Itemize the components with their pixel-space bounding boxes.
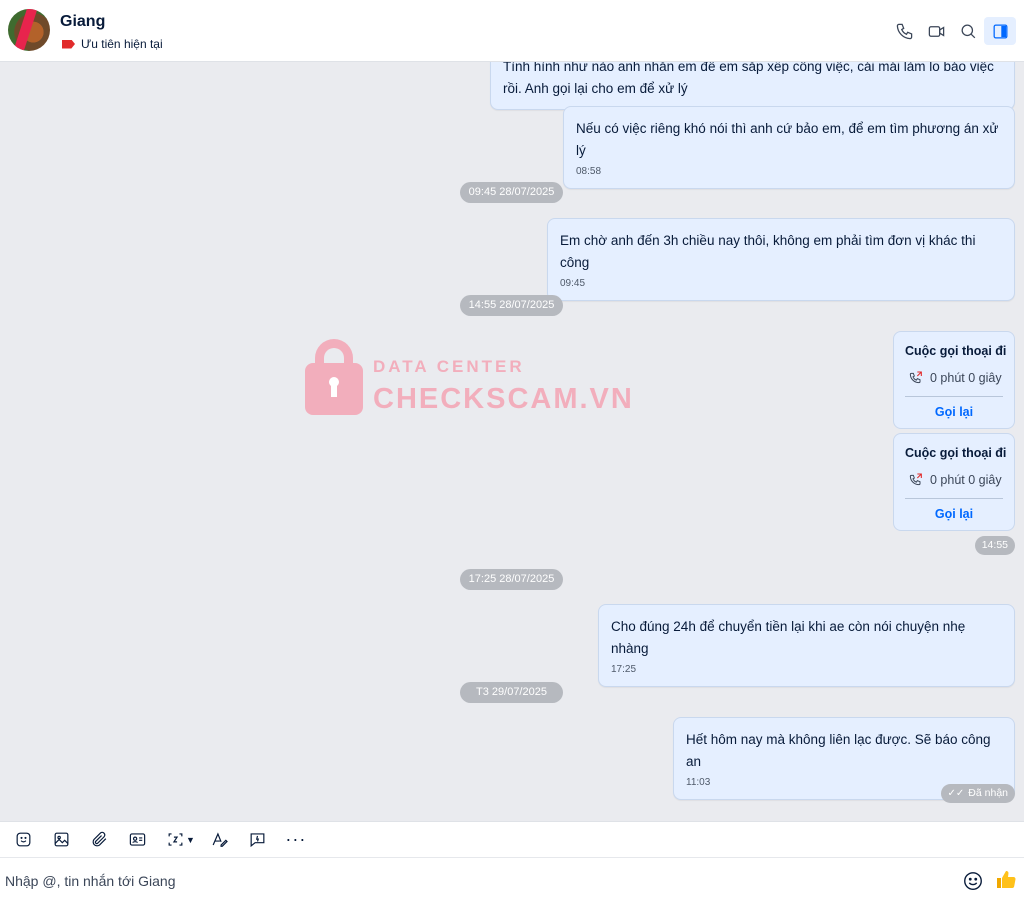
watermark: DATA CENTER CHECKSCAM.VN [305,339,645,419]
screenshot-icon [168,833,182,846]
emoji-icon[interactable] [962,870,984,892]
message-list[interactable]: Tình hình như nào anh nhắn em để em sắp … [0,62,1024,820]
message-time: 08:58 [576,166,602,177]
thumbs-up-icon[interactable] [994,868,1018,892]
watermark-line1: DATA CENTER [373,357,525,376]
message-text: Em chờ anh đến 3h chiều nay thôi, không … [560,233,976,270]
text-format-icon [213,832,229,847]
contact-name[interactable]: Giang [60,13,105,31]
outgoing-call-card[interactable]: Cuộc gọi thoại đi 0 phút 0 giây Gọi lại [893,331,1015,429]
toggle-sidebar-icon [993,24,1007,38]
message-text: Nếu có việc riêng khó nói thì anh cứ bảo… [576,121,999,158]
search-button[interactable] [952,17,984,45]
composer-toolbar: ▼ ··· [0,821,1024,858]
text-format-button[interactable] [201,825,239,855]
sticker-icon [16,832,30,847]
date-separator: 09:45 28/07/2025 [460,182,563,203]
image-button[interactable] [42,825,80,855]
quick-message-icon [250,833,265,848]
date-separator: T3 29/07/2025 [460,682,563,703]
message-input[interactable] [5,870,905,892]
divider [905,396,1003,397]
phone-icon [896,23,912,39]
header-actions [888,17,1016,45]
tag-icon [62,39,75,49]
message-text: Hết hôm nay mà không liên lạc được. Sẽ b… [686,732,991,769]
call-title: Cuộc gọi thoại đi [905,344,1007,358]
date-separator: 14:55 28/07/2025 [460,295,563,316]
chat-header: Giang Ưu tiên hiện tại [0,0,1024,62]
contact-card-icon [129,833,145,846]
attachment-button[interactable] [80,825,118,855]
message-bubble[interactable]: Tình hình như nào anh nhắn em để em sắp … [490,62,1015,110]
message-bubble[interactable]: Cho đúng 24h để chuyển tiền lại khi ae c… [598,604,1015,687]
lock-icon [315,339,353,373]
contact-card-button[interactable] [118,825,156,855]
watermark-line2: CHECKSCAM.VN [373,383,634,415]
sticker-button[interactable] [4,825,42,855]
search-icon [961,24,975,38]
call-duration: 0 phút 0 giây [908,370,1002,386]
more-button[interactable]: ··· [277,825,315,855]
date-separator: 17:25 28/07/2025 [460,569,563,590]
phone-call-button[interactable] [888,17,920,45]
outgoing-call-card[interactable]: Cuộc gọi thoại đi 0 phút 0 giây Gọi lại [893,433,1015,531]
message-text: Cho đúng 24h để chuyển tiền lại khi ae c… [611,619,966,656]
tag-label: Ưu tiên hiện tại [81,37,163,51]
call-back-button[interactable]: Gọi lại [894,405,1014,419]
message-time-pill: 14:55 [974,536,1015,555]
divider [905,498,1003,499]
attachment-icon [92,831,106,847]
priority-tag[interactable]: Ưu tiên hiện tại [62,37,163,51]
message-text: Tình hình như nào anh nhắn em để em sắp … [503,62,994,96]
quick-message-button[interactable] [239,825,277,855]
message-bubble[interactable]: Nếu có việc riêng khó nói thì anh cứ bảo… [563,106,1015,189]
image-icon [54,832,68,847]
video-call-button[interactable] [920,17,952,45]
video-call-icon [928,25,944,37]
double-check-icon: ✓✓ [947,788,965,799]
call-duration: 0 phút 0 giây [908,472,1002,488]
message-time: 17:25 [611,664,637,675]
message-time: 09:45 [560,278,586,289]
call-back-button[interactable]: Gọi lại [894,507,1014,521]
avatar[interactable] [8,9,50,51]
message-bubble[interactable]: Em chờ anh đến 3h chiều nay thôi, không … [547,218,1015,301]
message-input-bar [0,858,1024,902]
toggle-sidebar-button[interactable] [984,17,1016,45]
call-title: Cuộc gọi thoại đi [905,446,1007,460]
outgoing-call-icon [909,371,922,384]
outgoing-call-icon [909,473,922,486]
delivery-status: ✓✓ Đã nhận [940,784,1015,803]
chevron-down-icon[interactable]: ▼ [186,835,195,845]
